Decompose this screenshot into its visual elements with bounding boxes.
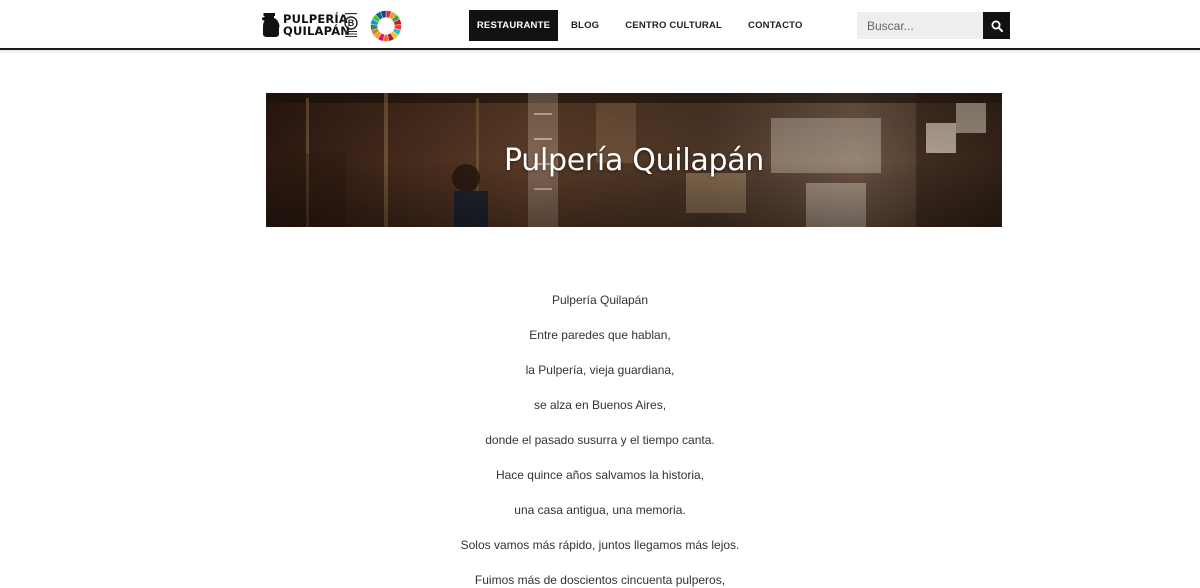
poem-line: se alza en Buenos Aires, bbox=[533, 398, 667, 412]
search-button[interactable] bbox=[983, 12, 1010, 39]
jug-icon bbox=[262, 13, 280, 37]
poem-line: Pulpería Quilapán bbox=[551, 293, 649, 307]
svg-text:B: B bbox=[348, 18, 355, 28]
site-header: PULPERÍA QUILAPÁN B RESTAURANTE BLOG CEN… bbox=[0, 0, 1200, 54]
nav-item-blog[interactable]: BLOG bbox=[558, 10, 612, 41]
hero-banner: Pulpería Quilapán bbox=[266, 93, 1002, 227]
logo-line-2: QUILAPÁN bbox=[283, 24, 351, 38]
search-input[interactable] bbox=[857, 12, 983, 39]
nav-item-contacto[interactable]: CONTACTO bbox=[735, 10, 816, 41]
poem-line: la Pulpería, vieja guardiana, bbox=[525, 363, 675, 377]
poem-line: Solos vamos más rápido, juntos llegamos … bbox=[460, 538, 740, 552]
poem-line: donde el pasado susurra y el tiempo cant… bbox=[485, 433, 715, 447]
hero-title: Pulpería Quilapán bbox=[503, 142, 765, 178]
nav-item-restaurante[interactable]: RESTAURANTE bbox=[469, 10, 558, 41]
search-form bbox=[857, 12, 1010, 39]
poem-line: Hace quince años salvamos la historia, bbox=[495, 468, 705, 482]
poem-content: Pulpería Quilapán Entre paredes que habl… bbox=[0, 290, 1200, 588]
search-icon bbox=[991, 20, 1003, 32]
b-corp-certified-badge: B bbox=[344, 13, 358, 37]
main-nav: RESTAURANTE BLOG CENTRO CULTURAL CONTACT… bbox=[469, 10, 816, 41]
sdg-wheel-logo bbox=[370, 10, 402, 42]
poem-line: Entre paredes que hablan, bbox=[529, 328, 671, 342]
nav-item-centro-cultural[interactable]: CENTRO CULTURAL bbox=[612, 10, 735, 41]
poem-line: Fuimos más de doscientos cincuenta pulpe… bbox=[474, 573, 726, 587]
poem-line: una casa antigua, una memoria. bbox=[514, 503, 686, 517]
